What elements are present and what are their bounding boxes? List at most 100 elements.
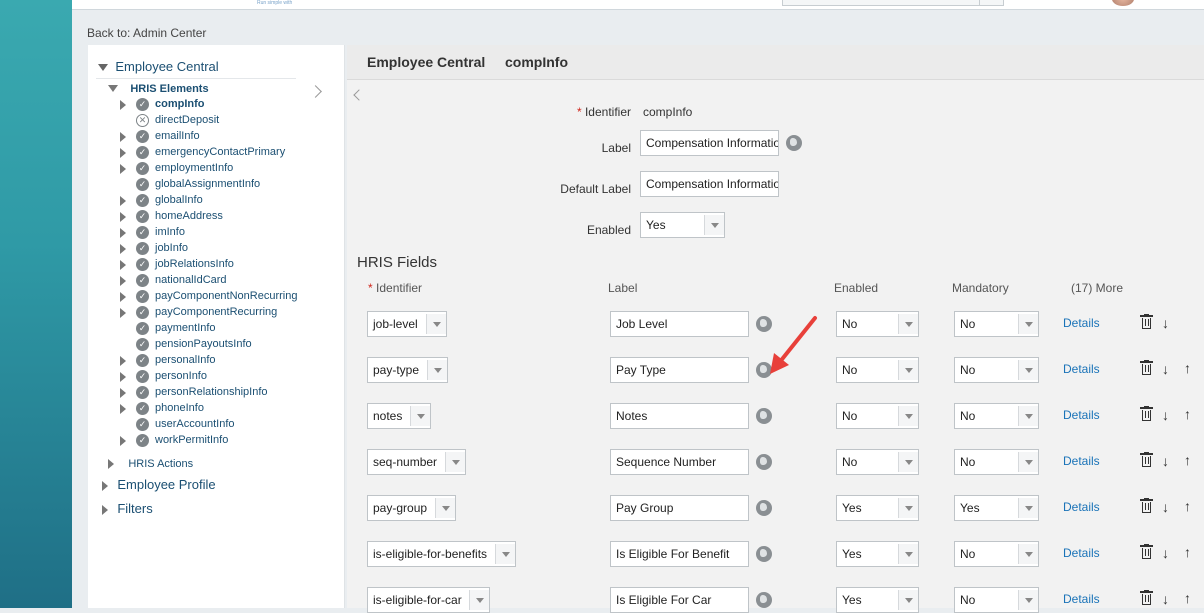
delete-trash-icon[interactable]: [1140, 544, 1153, 559]
chevron-down-icon[interactable]: [445, 452, 465, 472]
chevron-down-icon[interactable]: [1018, 590, 1038, 610]
tree-item[interactable]: ✓ emergencyContactPrimary: [120, 145, 320, 161]
field-mandatory-select[interactable]: No: [954, 449, 1039, 475]
chevron-down-icon[interactable]: [1018, 544, 1038, 564]
chevron-down-icon[interactable]: [1018, 498, 1038, 518]
field-enabled-select[interactable]: No: [836, 311, 919, 337]
chevron-down-icon[interactable]: [898, 314, 918, 334]
field-label-input[interactable]: Pay Group: [610, 495, 749, 521]
field-identifier-select[interactable]: seq-number: [367, 449, 466, 475]
caret-right-icon[interactable]: [120, 372, 126, 382]
delete-trash-icon[interactable]: [1140, 406, 1153, 421]
caret-right-icon[interactable]: [120, 404, 126, 414]
details-link[interactable]: Details: [1063, 592, 1100, 606]
caret-right-icon[interactable]: [120, 212, 126, 222]
delete-trash-icon[interactable]: [1140, 314, 1153, 329]
field-identifier-select[interactable]: is-eligible-for-car: [367, 587, 490, 613]
tree-item[interactable]: ✓ payComponentNonRecurring: [120, 289, 320, 305]
field-identifier-select[interactable]: notes: [367, 403, 431, 429]
tree-item[interactable]: ✓ imInfo: [120, 225, 320, 241]
translate-globe-icon[interactable]: [756, 546, 772, 562]
tree-item[interactable]: ✓ paymentInfo: [120, 321, 320, 337]
details-link[interactable]: Details: [1063, 546, 1100, 560]
tree-item[interactable]: ✓ emailInfo: [120, 129, 320, 145]
tree-item[interactable]: ✓ employmentInfo: [120, 161, 320, 177]
move-down-arrow-icon[interactable]: ↓: [1162, 546, 1169, 560]
field-label-input[interactable]: Pay Type: [610, 357, 749, 383]
chevron-down-icon[interactable]: [1018, 406, 1038, 426]
chevron-down-icon[interactable]: [1018, 360, 1038, 380]
move-up-arrow-icon[interactable]: ↑: [1184, 499, 1191, 513]
caret-right-icon[interactable]: [120, 148, 126, 158]
tree-node-filters[interactable]: Filters: [102, 501, 153, 516]
chevron-down-icon[interactable]: [898, 544, 918, 564]
tree-item[interactable]: ✓ compInfo: [120, 97, 320, 113]
chevron-right-icon[interactable]: [309, 85, 322, 98]
details-link[interactable]: Details: [1063, 362, 1100, 376]
field-mandatory-select[interactable]: No: [954, 541, 1039, 567]
tree-item[interactable]: ✓ payComponentRecurring: [120, 305, 320, 321]
caret-right-icon[interactable]: [120, 260, 126, 270]
delete-trash-icon[interactable]: [1140, 452, 1153, 467]
field-enabled-select[interactable]: No: [836, 403, 919, 429]
field-enabled-select[interactable]: No: [836, 449, 919, 475]
tree-item[interactable]: ✓ globalAssignmentInfo: [120, 177, 320, 193]
chevron-down-icon[interactable]: [898, 406, 918, 426]
translate-globe-icon[interactable]: [756, 316, 772, 332]
field-enabled-select[interactable]: Yes: [836, 495, 919, 521]
field-identifier-select[interactable]: job-level: [367, 311, 447, 337]
caret-right-icon[interactable]: [120, 196, 126, 206]
chevron-down-icon[interactable]: [898, 452, 918, 472]
tree-item[interactable]: ✓ personRelationshipInfo: [120, 385, 320, 401]
tree-node-hris-actions[interactable]: HRIS Actions: [108, 456, 193, 470]
default-label-input[interactable]: Compensation Information: [640, 171, 779, 197]
move-down-arrow-icon[interactable]: ↓: [1162, 316, 1169, 330]
chevron-left-icon[interactable]: [353, 89, 365, 101]
caret-right-icon[interactable]: [120, 356, 126, 366]
field-label-input[interactable]: Notes: [610, 403, 749, 429]
caret-right-icon[interactable]: [120, 244, 126, 254]
translate-globe-icon[interactable]: [786, 135, 802, 151]
translate-globe-icon[interactable]: [756, 454, 772, 470]
field-enabled-select[interactable]: Yes: [836, 541, 919, 567]
field-label-input[interactable]: Sequence Number: [610, 449, 749, 475]
caret-down-icon[interactable]: [108, 85, 118, 93]
chevron-down-icon[interactable]: [898, 590, 918, 610]
caret-right-icon[interactable]: [120, 100, 126, 110]
translate-globe-icon[interactable]: [756, 500, 772, 516]
move-up-arrow-icon[interactable]: ↑: [1184, 591, 1191, 605]
field-enabled-select[interactable]: No: [836, 357, 919, 383]
tree-item[interactable]: ✓ phoneInfo: [120, 401, 320, 417]
field-mandatory-select[interactable]: No: [954, 587, 1039, 613]
caret-right-icon[interactable]: [120, 164, 126, 174]
chevron-down-icon[interactable]: [1018, 314, 1038, 334]
translate-globe-icon[interactable]: [756, 592, 772, 608]
tree-node-employee-central[interactable]: Employee Central: [98, 59, 219, 74]
field-identifier-select[interactable]: is-eligible-for-benefits: [367, 541, 516, 567]
move-down-arrow-icon[interactable]: ↓: [1162, 592, 1169, 606]
caret-right-icon[interactable]: [120, 292, 126, 302]
translate-globe-icon[interactable]: [756, 408, 772, 424]
label-input[interactable]: Compensation Information: [640, 130, 779, 156]
move-down-arrow-icon[interactable]: ↓: [1162, 500, 1169, 514]
field-enabled-select[interactable]: Yes: [836, 587, 919, 613]
search-icon[interactable]: [979, 0, 1003, 5]
chevron-down-icon[interactable]: [495, 544, 515, 564]
breadcrumb-employee-central[interactable]: Employee Central: [367, 54, 485, 70]
chevron-down-icon[interactable]: [426, 314, 446, 334]
chevron-down-icon[interactable]: [435, 498, 455, 518]
chevron-down-icon[interactable]: [704, 215, 724, 235]
tree-item[interactable]: ✓ jobInfo: [120, 241, 320, 257]
move-up-arrow-icon[interactable]: ↑: [1184, 453, 1191, 467]
user-avatar[interactable]: [1112, 0, 1134, 6]
caret-right-icon[interactable]: [120, 388, 126, 398]
tree-item[interactable]: ✓ nationalIdCard: [120, 273, 320, 289]
chevron-down-icon[interactable]: [427, 360, 447, 380]
details-link[interactable]: Details: [1063, 500, 1100, 514]
tree-item[interactable]: ✓ globalInfo: [120, 193, 320, 209]
enabled-select[interactable]: Yes: [640, 212, 725, 238]
field-identifier-select[interactable]: pay-group: [367, 495, 456, 521]
field-identifier-select[interactable]: pay-type: [367, 357, 448, 383]
tree-item[interactable]: ✓ userAccountInfo: [120, 417, 320, 433]
tree-item[interactable]: ✓ personInfo: [120, 369, 320, 385]
